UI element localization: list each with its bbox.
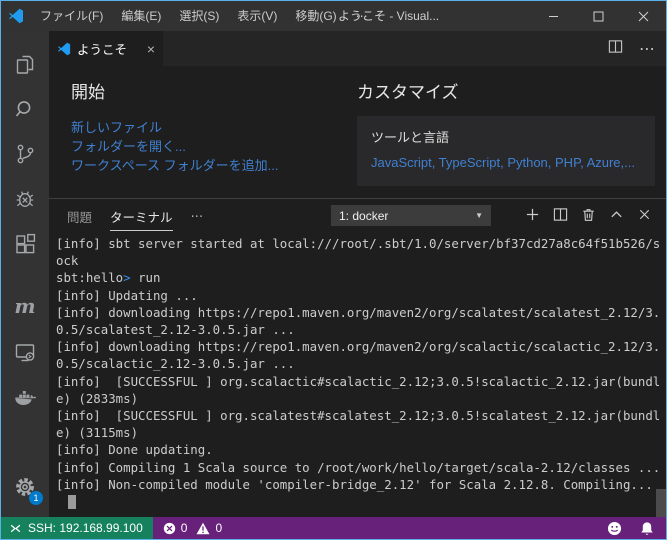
terminal-line: 0.5/scalactic_2.12-3.0.5.jar ...: [56, 356, 295, 372]
editor-area: ようこそ × ⋯ 開始 新しいファイル フォルダーを開く... ワークスペース …: [49, 31, 666, 517]
terminal-line: [info] Non-compiled module 'compiler-bri…: [56, 476, 653, 492]
maximize-button[interactable]: [576, 1, 621, 31]
close-panel-icon[interactable]: [637, 207, 652, 225]
terminal-line: 0.5/scalatest_2.12-3.0.5.jar ...: [56, 322, 295, 338]
customize-section: カスタマイズ: [357, 78, 459, 103]
panel: 問題 ターミナル ⋯ 1: docker ▼ [info] sbt server…: [49, 198, 666, 517]
terminal-line: [info] Updating ...: [56, 287, 198, 303]
remote-explorer-icon[interactable]: [1, 329, 49, 374]
settings-gear-icon[interactable]: 1: [1, 464, 49, 509]
tools-card-links[interactable]: JavaScript, TypeScript, Python, PHP, Azu…: [371, 155, 641, 170]
panel-tab-problems[interactable]: 問題: [67, 201, 92, 230]
titlebar: ファイル(F) 編集(E) 選択(S) 表示(V) 移動(G) ⋯ ようこそ -…: [1, 1, 666, 31]
vscode-file-icon: [57, 42, 71, 55]
vscode-logo-icon: [1, 8, 31, 24]
docker-icon[interactable]: [1, 374, 49, 419]
terminal-line: [info] [SUCCESSFUL ] org.scalactic#scala…: [56, 373, 661, 389]
settings-badge: 1: [29, 491, 43, 505]
remote-indicator[interactable]: SSH: 192.168.99.100: [1, 517, 153, 539]
terminal-scrollbar[interactable]: [656, 489, 666, 517]
vscode-window: ファイル(F) 編集(E) 選択(S) 表示(V) 移動(G) ⋯ ようこそ -…: [0, 0, 667, 540]
window-body: m 1 ようこそ × ⋯ 開始 新しいファイル フォルダーを開く... ワークス…: [1, 31, 666, 517]
debug-icon[interactable]: [1, 176, 49, 221]
close-button[interactable]: [621, 1, 666, 31]
warning-icon: [196, 522, 210, 534]
search-icon[interactable]: [1, 86, 49, 131]
terminal-line: ock: [56, 253, 79, 269]
split-terminal-icon[interactable]: [553, 207, 568, 225]
terminal-line: e) (2833ms): [56, 390, 139, 406]
menu-go[interactable]: 移動(G): [286, 1, 345, 31]
tab-label: ようこそ: [77, 43, 128, 57]
menu-selection[interactable]: 選択(S): [170, 1, 228, 31]
terminal-line: [info] downloading https://repo1.maven.o…: [56, 339, 661, 355]
minimize-button[interactable]: [531, 1, 576, 31]
metals-icon[interactable]: m: [1, 284, 49, 329]
tools-languages-card[interactable]: ツールと言語 JavaScript, TypeScript, Python, P…: [357, 116, 655, 186]
terminal-line: [info] Compiling 1 Scala source to /root…: [56, 459, 661, 475]
link-add-workspace-folder[interactable]: ワークスペース フォルダーを追加...: [71, 157, 279, 175]
split-editor-icon[interactable]: [608, 39, 623, 59]
terminal-output[interactable]: [info] sbt server started at local:///ro…: [49, 232, 666, 517]
editor-actions: ⋯: [608, 31, 656, 66]
terminal-line: [info] Done updating.: [56, 442, 213, 458]
menu-file[interactable]: ファイル(F): [31, 1, 112, 31]
menubar: ファイル(F) 編集(E) 選択(S) 表示(V) 移動(G) ⋯: [31, 1, 379, 31]
source-control-icon[interactable]: [1, 131, 49, 176]
error-icon: [163, 522, 175, 534]
terminal-line: [info] sbt server started at local:///ro…: [56, 236, 661, 251]
terminal-line: e) (3115ms): [56, 425, 139, 441]
svg-text:m: m: [14, 294, 35, 318]
panel-header: 問題 ターミナル ⋯ 1: docker ▼: [49, 199, 666, 232]
window-controls: [531, 1, 666, 31]
activity-bar: m 1: [1, 31, 49, 517]
window-title: ようこそ - Visual...: [338, 9, 440, 23]
feedback-smiley-icon[interactable]: [598, 517, 631, 539]
explorer-icon[interactable]: [1, 41, 49, 86]
menu-edit[interactable]: 編集(E): [112, 1, 170, 31]
new-terminal-icon[interactable]: [525, 207, 540, 225]
error-count: 0: [180, 521, 188, 535]
problems-status[interactable]: 0 0: [153, 517, 232, 539]
link-new-file[interactable]: 新しいファイル: [71, 119, 279, 137]
terminal-line: [info] [SUCCESSFUL ] org.scalatest#scala…: [56, 408, 661, 424]
terminal-select-value: 1: docker: [339, 208, 389, 223]
notifications-bell-icon[interactable]: [631, 517, 666, 539]
tab-bar: ようこそ × ⋯: [49, 31, 666, 66]
terminal-select[interactable]: 1: docker ▼: [331, 205, 491, 226]
extensions-icon[interactable]: [1, 221, 49, 266]
start-heading: 開始: [71, 83, 105, 102]
terminal-line: [56, 493, 666, 510]
customize-heading: カスタマイズ: [357, 83, 459, 102]
statusbar-spacer: [232, 517, 598, 539]
panel-tab-terminal[interactable]: ターミナル: [110, 201, 173, 231]
terminal-line: sbt:hello> run: [56, 270, 161, 286]
select-arrow-icon: ▼: [475, 211, 483, 220]
welcome-page: 開始 新しいファイル フォルダーを開く... ワークスペース フォルダーを追加.…: [49, 66, 666, 198]
editor-more-icon[interactable]: ⋯: [639, 39, 656, 59]
maximize-panel-icon[interactable]: [609, 207, 624, 225]
terminal-cursor: [68, 495, 76, 510]
menu-view[interactable]: 表示(V): [228, 1, 286, 31]
status-bar: SSH: 192.168.99.100 0 0: [1, 517, 666, 539]
remote-icon: [10, 524, 21, 532]
kill-terminal-icon[interactable]: [581, 207, 596, 225]
tab-close-icon[interactable]: ×: [147, 42, 155, 56]
warning-count: 0: [215, 521, 223, 535]
link-open-folder[interactable]: フォルダーを開く...: [71, 138, 279, 156]
start-section: 開始 新しいファイル フォルダーを開く... ワークスペース フォルダーを追加.…: [71, 78, 279, 175]
tools-card-title: ツールと言語: [371, 130, 450, 145]
panel-more-icon[interactable]: ⋯: [191, 208, 205, 223]
tab-welcome[interactable]: ようこそ ×: [49, 31, 163, 66]
remote-label: SSH: 192.168.99.100: [28, 521, 143, 535]
terminal-line: [info] downloading https://repo1.maven.o…: [56, 304, 661, 320]
panel-actions: [525, 199, 652, 232]
